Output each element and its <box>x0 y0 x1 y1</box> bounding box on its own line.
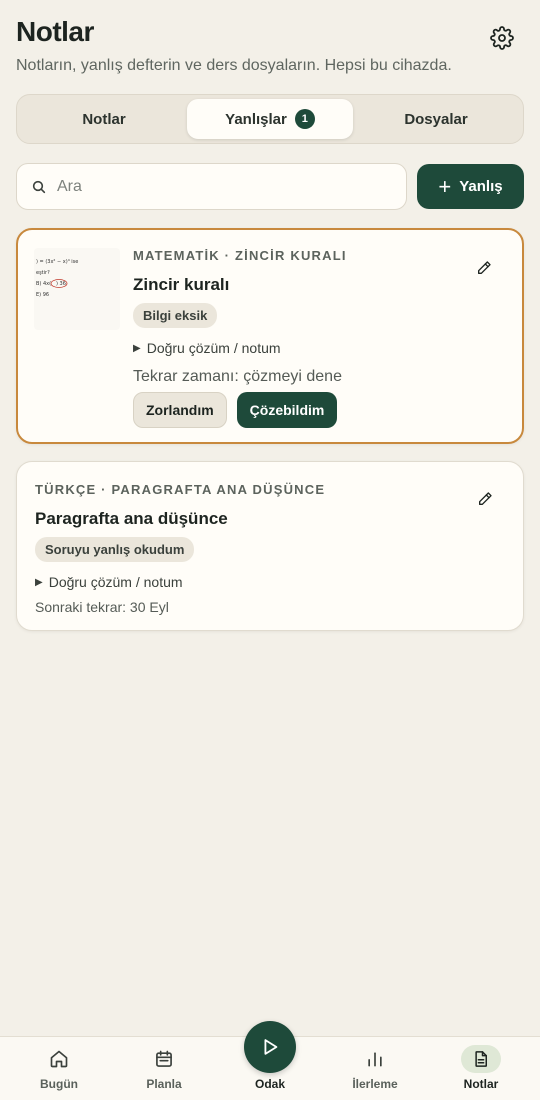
nav-label: Odak <box>254 1077 285 1091</box>
bar-chart-icon <box>365 1047 385 1071</box>
mistake-card[interactable]: ) = (3x² − x)⁴ ise eştir? B) 4x( ) 36 E)… <box>16 228 524 444</box>
solution-disclosure[interactable]: ▶ Doğru çözüm / notum <box>133 340 347 356</box>
page-header: Notlar Notların, yanlış defterin ve ders… <box>16 16 524 75</box>
card-title: Zincir kuralı <box>133 275 230 294</box>
card-subject: TÜRKÇE · PARAGRAFTA ANA DÜŞÜNCE <box>35 482 326 497</box>
card-title: Paragrafta ana düşünce <box>35 509 228 528</box>
nav-label: İlerleme <box>352 1077 398 1091</box>
review-actions: Zorlandım Çözebildim <box>133 392 347 428</box>
hard-button[interactable]: Zorlandım <box>133 392 227 428</box>
document-icon <box>461 1045 501 1073</box>
disclosure-label: Doğru çözüm / notum <box>146 340 281 356</box>
reason-tag: Bilgi eksik <box>133 303 218 328</box>
edit-button[interactable] <box>474 258 494 278</box>
add-button-label: Yanlış <box>459 178 503 195</box>
question-image: ) = (3x² − x)⁴ ise eştir? B) 4x( ) 36 E)… <box>36 259 78 298</box>
search-box <box>16 163 407 210</box>
reason-tag: Soruyu yanlış okudum <box>35 537 195 562</box>
segment-tabs: Notlar Yanlışlar 1 Dosyalar <box>16 94 524 144</box>
calendar-icon <box>154 1047 174 1071</box>
tab-label: Notlar <box>82 110 126 128</box>
thumbnail-line: eştir? <box>36 270 50 276</box>
thumbnail-line: E) 96 <box>36 292 49 298</box>
page-subtitle: Notların, yanlış defterin ve ders dosyal… <box>16 57 452 74</box>
disclosure-label: Doğru çözüm / notum <box>48 574 183 590</box>
settings-button[interactable] <box>488 24 516 52</box>
triangle-right-icon: ▶ <box>133 342 141 354</box>
card-body: TÜRKÇE · PARAGRAFTA ANA DÜŞÜNCE Paragraf… <box>35 482 325 615</box>
count-badge: 1 <box>294 109 315 129</box>
play-icon <box>264 1039 278 1055</box>
plus-icon: + <box>438 173 452 199</box>
thumbnail-line: ) = (3x² − x)⁴ ise <box>36 259 78 265</box>
search-icon <box>32 180 46 193</box>
pencil-icon <box>479 492 492 505</box>
thumbnail-line: B) 4x( <box>36 281 51 287</box>
mistake-card[interactable]: TÜRKÇE · PARAGRAFTA ANA DÜŞÜNCE Paragraf… <box>16 461 524 631</box>
tab-yanlislar[interactable]: Yanlışlar 1 <box>187 99 353 139</box>
tab-label: Yanlışlar <box>225 110 287 128</box>
nav-item-planla[interactable]: Planla <box>119 1037 209 1100</box>
nav-item-ilerleme[interactable]: İlerleme <box>330 1037 420 1100</box>
triangle-right-icon: ▶ <box>35 576 43 588</box>
tab-dosyalar[interactable]: Dosyalar <box>353 99 519 139</box>
focus-button[interactable] <box>244 1021 296 1073</box>
nav-label: Notlar <box>463 1077 499 1091</box>
nav-label: Bugün <box>40 1077 78 1091</box>
next-review-date: Sonraki tekrar: 30 Eyl <box>35 599 169 615</box>
tab-label: Dosyalar <box>404 110 468 128</box>
home-icon <box>49 1047 69 1071</box>
solution-disclosure[interactable]: ▶ Doğru çözüm / notum <box>35 574 325 590</box>
nav-item-bugun[interactable]: Bugün <box>14 1037 104 1100</box>
pencil-icon <box>478 261 491 274</box>
nav-item-notlar[interactable]: Notlar <box>436 1037 526 1100</box>
card-body: MATEMATİK · ZİNCİR KURALI Zincir kuralı … <box>133 248 347 428</box>
nav-label: Planla <box>146 1077 182 1091</box>
card-subject: MATEMATİK · ZİNCİR KURALI <box>133 248 347 263</box>
question-thumbnail: ) = (3x² − x)⁴ ise eştir? B) 4x( ) 36 E)… <box>34 248 120 330</box>
tab-notlar[interactable]: Notlar <box>21 99 187 139</box>
search-input[interactable] <box>57 177 377 196</box>
add-mistake-button[interactable]: + Yanlış <box>417 164 524 209</box>
review-status: Tekrar zamanı: çözmeyi dene <box>133 368 342 385</box>
solved-button[interactable]: Çözebildim <box>236 392 338 428</box>
edit-button[interactable] <box>475 489 495 509</box>
page-title: Notlar <box>16 16 94 47</box>
gear-icon <box>490 26 514 50</box>
